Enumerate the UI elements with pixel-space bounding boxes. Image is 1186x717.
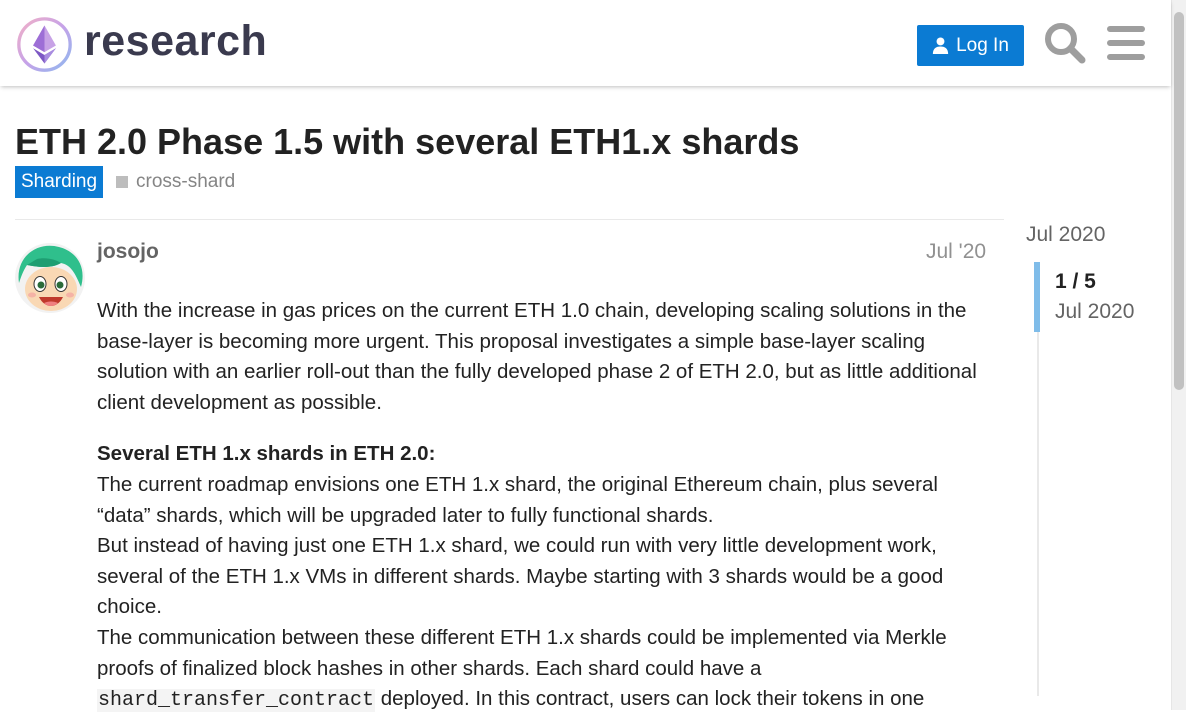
post-paragraph: The current roadmap envisions one ETH 1.…: [97, 472, 938, 527]
search-icon: [1045, 23, 1086, 64]
ethereum-logo-icon: [17, 16, 72, 72]
login-button[interactable]: Log In: [917, 25, 1024, 66]
hamburger-menu-icon: [1107, 26, 1145, 60]
tag-square-icon: [116, 176, 128, 188]
search-button[interactable]: [1043, 21, 1087, 65]
site-header: research Log In: [0, 0, 1171, 86]
post-heading-line: Several ETH 1.x shards in ETH 2.0:: [97, 439, 992, 470]
timeline-start-date[interactable]: Jul 2020: [1026, 223, 1105, 247]
avatar-image: [15, 243, 85, 313]
topic-divider: [15, 219, 1004, 220]
post-paragraph: But instead of having just one ETH 1.x s…: [97, 534, 944, 619]
user-icon: [932, 37, 949, 54]
timeline-position: 1 / 5: [1055, 270, 1096, 293]
post-date[interactable]: Jul '20: [926, 240, 986, 264]
logo-text: research: [84, 16, 268, 65]
avatar[interactable]: [15, 243, 85, 313]
hamburger-menu-button[interactable]: [1106, 24, 1146, 64]
post-body: With the increase in gas prices on the c…: [97, 296, 992, 717]
post-paragraph: With the increase in gas prices on the c…: [97, 299, 977, 414]
post-text: deployed. In this contract, users can lo…: [375, 687, 925, 711]
post-subheading: Several ETH 1.x shards in ETH 2.0:: [97, 442, 436, 466]
post-paragraph: The communication between these differen…: [97, 623, 992, 717]
scrollbar-thumb[interactable]: [1174, 12, 1184, 390]
topic-timeline: Jul 2020 1 / 5 Jul 2020: [1026, 220, 1166, 710]
site-logo[interactable]: research: [16, 15, 306, 73]
timeline-scroll-handle[interactable]: [1034, 262, 1040, 332]
timeline-current-date: Jul 2020: [1055, 300, 1135, 323]
page-scrollbar[interactable]: [1171, 0, 1186, 710]
post-text: The communication between these differen…: [97, 625, 947, 680]
category-badge[interactable]: Sharding: [15, 166, 104, 198]
post-username[interactable]: josojo: [97, 240, 159, 264]
inline-code: shard_transfer_contract: [97, 689, 376, 713]
tag-link[interactable]: cross-shard: [116, 166, 235, 198]
topic-title[interactable]: ETH 2.0 Phase 1.5 with several ETH1.x sh…: [15, 121, 799, 163]
tag-label: cross-shard: [136, 171, 236, 192]
login-label: Log In: [956, 34, 1009, 56]
